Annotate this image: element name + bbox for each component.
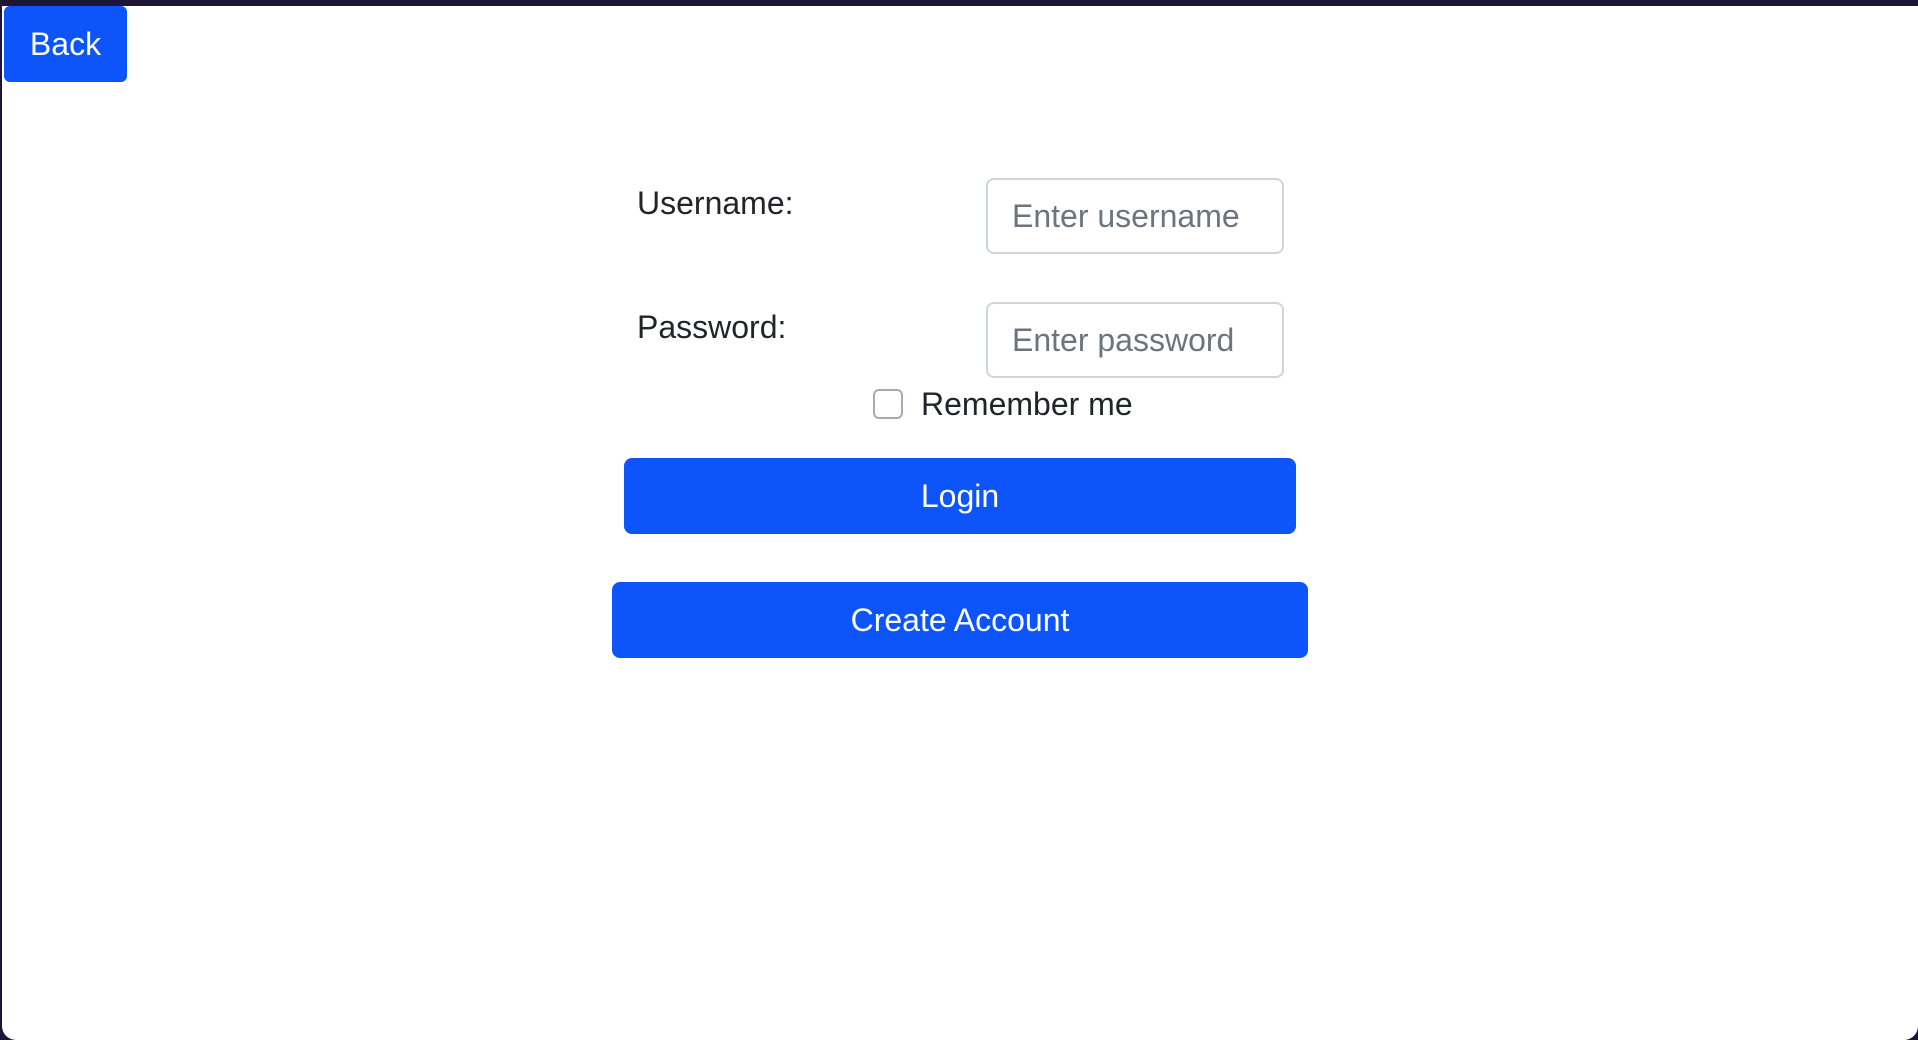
password-input[interactable] bbox=[986, 302, 1284, 378]
create-account-button[interactable]: Create Account bbox=[612, 582, 1308, 658]
login-button[interactable]: Login bbox=[624, 458, 1296, 534]
remember-me-label[interactable]: Remember me bbox=[921, 384, 1133, 424]
remember-me-checkbox[interactable] bbox=[873, 389, 903, 419]
app-window: Back Username: Password: Remember me Log… bbox=[2, 6, 1918, 1040]
username-input[interactable] bbox=[986, 178, 1284, 254]
password-label: Password: bbox=[637, 309, 787, 345]
back-button[interactable]: Back bbox=[4, 6, 127, 82]
remember-me-row[interactable]: Remember me bbox=[873, 384, 1133, 424]
username-label: Username: bbox=[637, 185, 794, 221]
